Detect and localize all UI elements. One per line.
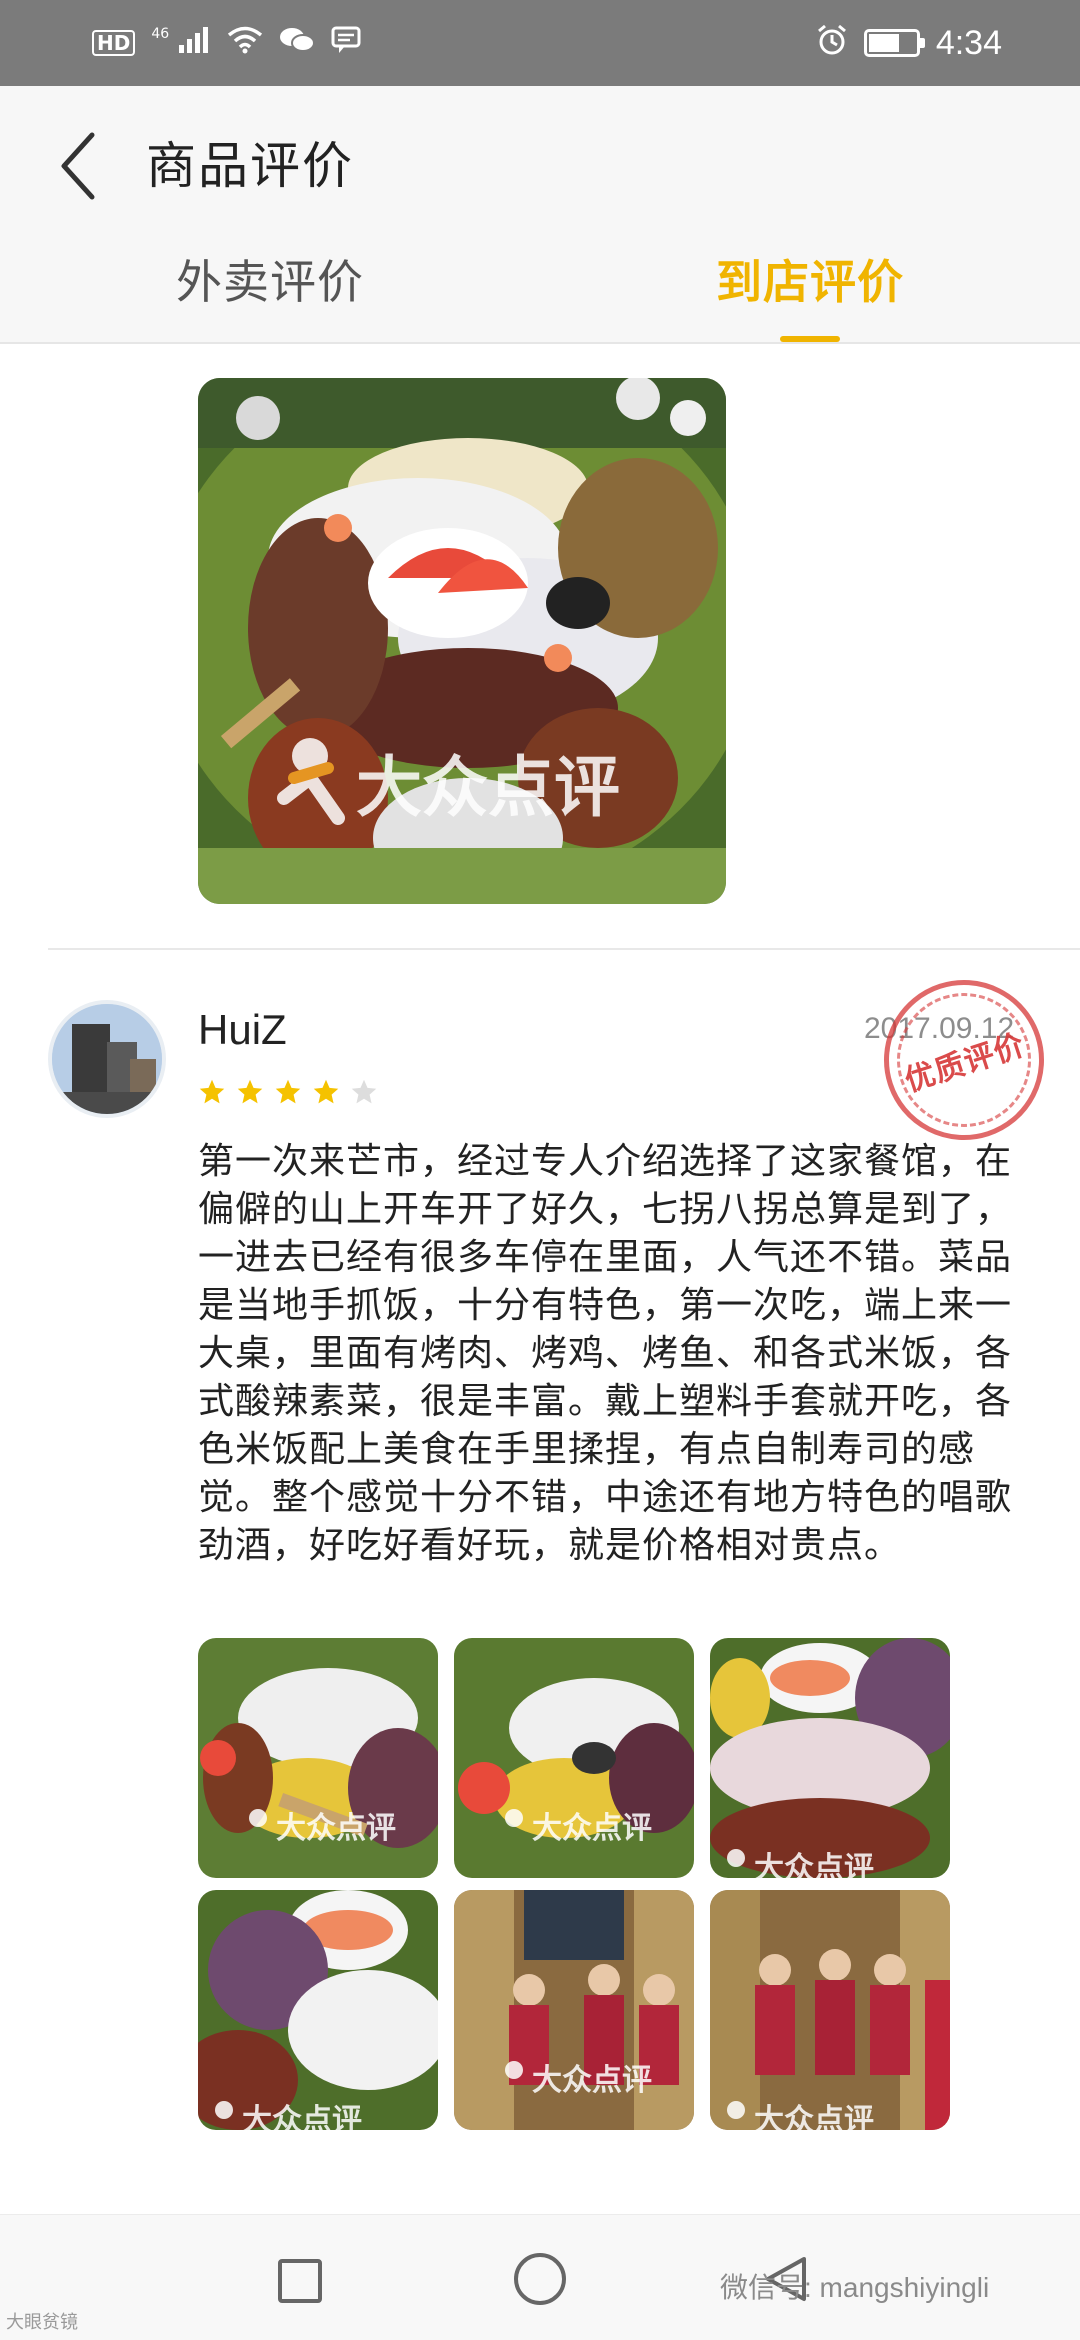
rating-stars [198, 1078, 378, 1106]
page-title: 商品评价 [146, 137, 354, 195]
review-photo-large[interactable]: 大众点评 [198, 378, 726, 904]
review-photo-thumb[interactable]: 大众点评 [454, 1638, 694, 1878]
tab-delivery-reviews[interactable]: 外卖评价 [176, 246, 364, 342]
status-right: 4:34 [816, 24, 1002, 63]
review-tabs: 外卖评价 到店评价 [0, 246, 1080, 342]
review-photo-thumb[interactable]: 大众点评 [710, 1638, 950, 1878]
review-photo-thumb[interactable]: 大众点评 [454, 1890, 694, 2130]
star-filled-icon [237, 1079, 263, 1104]
header-divider [0, 342, 1080, 344]
page-header: 商品评价 外卖评价 到店评价 [0, 86, 1080, 342]
photo-watermark-text: 大众点评 [754, 1851, 874, 1878]
photo-watermark-text: 大众点评 [754, 2103, 874, 2130]
status-time: 4:34 [935, 23, 1002, 62]
star-filled-icon [313, 1079, 339, 1104]
review-photo-grid: 大众点评 大众点评 大众点评 大众点评 大众点评 大众点评 [198, 1638, 958, 2130]
review-photo-thumb[interactable]: 大众点评 [198, 1890, 438, 2130]
chevron-left-icon [61, 132, 95, 200]
recents-square-icon[interactable] [278, 2259, 322, 2303]
alarm-icon [816, 24, 848, 62]
avatar[interactable] [48, 1000, 166, 1118]
review-photo-thumb[interactable]: 大众点评 [198, 1638, 438, 1878]
corner-watermark: 大眼贫镜 [6, 2312, 78, 2333]
review-photo-thumb[interactable]: 大众点评 [710, 1890, 950, 2130]
photo-watermark-text: 大众点评 [242, 2103, 362, 2130]
back-button[interactable] [48, 122, 108, 210]
status-left: HD 46 [92, 26, 361, 60]
star-empty-icon [351, 1079, 377, 1104]
star-filled-icon [199, 1079, 225, 1104]
review-body: 第一次来芒市，经过专人介绍选择了这家餐馆，在偏僻的山上开车开了好久，七拐八拐总算… [198, 1141, 1013, 1566]
hd-icon: HD [92, 30, 136, 56]
network-type-label: 46 [151, 26, 170, 42]
photo-watermark-text: 大众点评 [356, 749, 620, 826]
photo-watermark-text: 大众点评 [276, 1811, 396, 1846]
battery-icon [863, 29, 925, 57]
review-divider [48, 948, 1080, 950]
quality-review-label: 优质评价 [900, 1027, 1030, 1100]
tab-in-store-reviews[interactable]: 到店评价 [716, 246, 904, 342]
wechat-notification-icon [279, 26, 315, 60]
quality-review-stamp: 优质评价 [863, 959, 1065, 1161]
star-filled-icon [275, 1079, 301, 1104]
wechat-watermark: 微信号: mangshiyingli [720, 2272, 990, 2303]
message-notification-icon [331, 26, 361, 60]
home-circle-icon[interactable] [514, 2253, 566, 2305]
status-bar: HD 46 4:34 [0, 0, 1080, 86]
wifi-icon [227, 26, 263, 60]
reviewer-name[interactable]: HuiZ [198, 1006, 287, 1054]
photo-watermark-text: 大众点评 [532, 2063, 652, 2098]
signal-icon: 46 [151, 27, 210, 59]
photo-watermark-text: 大众点评 [532, 1811, 652, 1846]
